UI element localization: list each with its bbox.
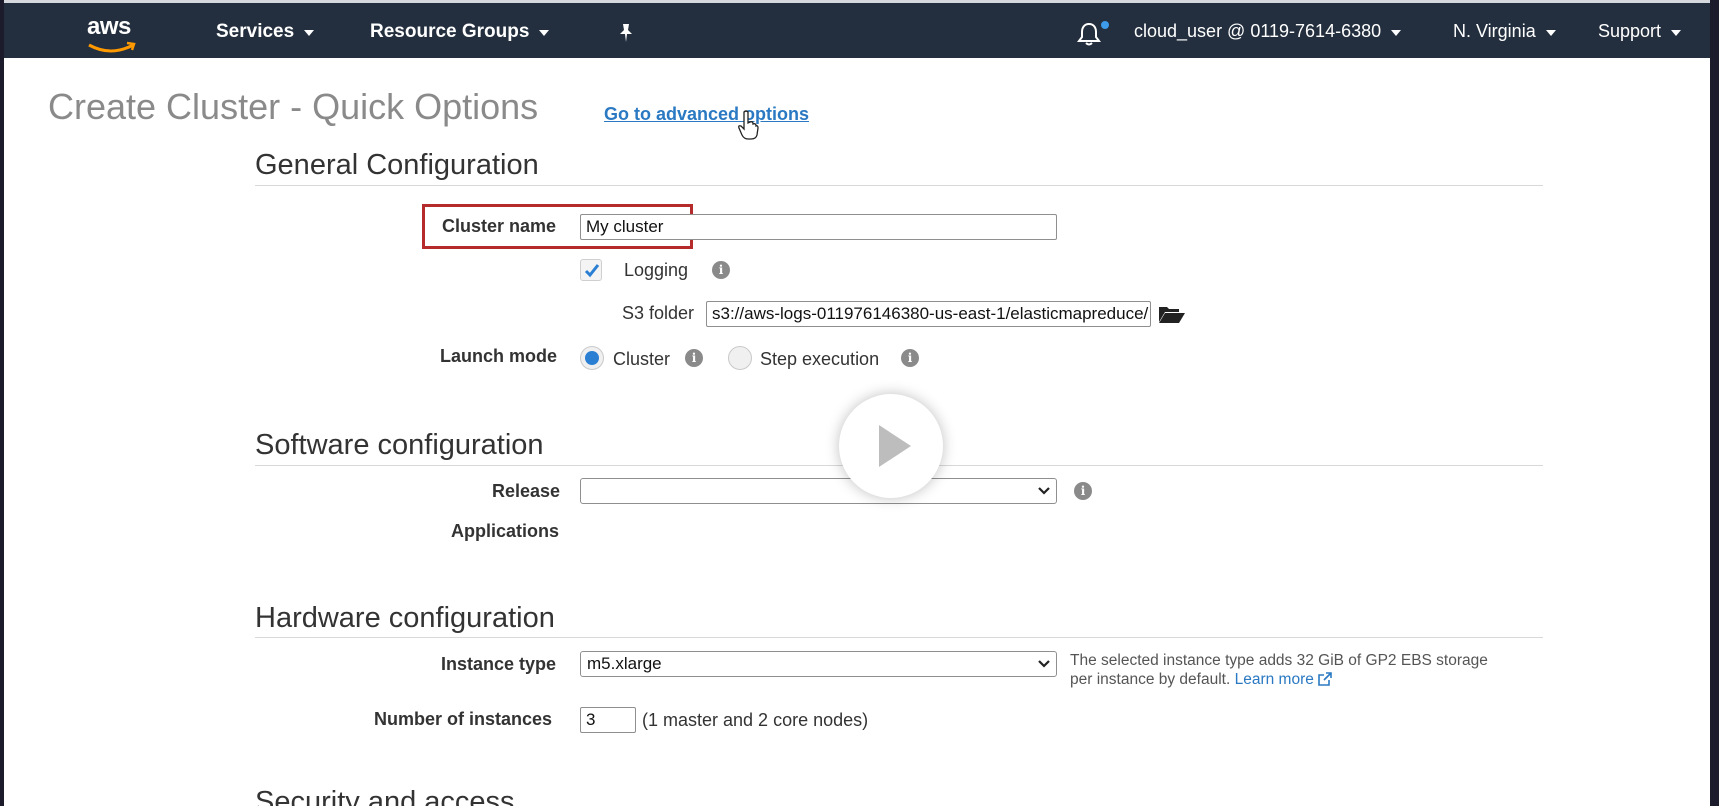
resource-groups-menu[interactable]: Resource Groups: [370, 21, 550, 43]
notification-dot: [1101, 21, 1109, 29]
video-play-button[interactable]: [839, 394, 943, 498]
hand-cursor-icon: [738, 110, 759, 140]
region-label: N. Virginia: [1453, 21, 1536, 41]
chevron-down-icon: [1545, 29, 1556, 36]
chevron-down-icon: [1671, 29, 1682, 36]
pin-icon[interactable]: [615, 22, 637, 44]
bell-icon[interactable]: [1076, 21, 1102, 47]
chevron-down-icon: [539, 30, 550, 36]
step-execution-info-icon[interactable]: i: [901, 349, 919, 367]
release-select[interactable]: [580, 478, 1057, 504]
chevron-down-icon: [1038, 487, 1050, 495]
chevron-down-icon: [1038, 660, 1050, 668]
section-divider: [255, 185, 1543, 186]
instance-type-help: The selected instance type adds 32 GiB o…: [1070, 651, 1490, 689]
instance-type-value: m5.xlarge: [587, 654, 662, 673]
cluster-info-icon[interactable]: i: [685, 349, 703, 367]
launch-mode-cluster-radio[interactable]: [580, 346, 604, 370]
launch-mode-label: Launch mode: [440, 346, 558, 366]
launch-mode-cluster-label: Cluster: [613, 349, 671, 369]
top-navigation-bar: aws Services Resource Groups cloud_user …: [4, 0, 1710, 58]
release-info-icon[interactable]: i: [1074, 482, 1092, 500]
launch-mode-step-radio[interactable]: [728, 346, 752, 370]
section-divider: [255, 637, 1543, 638]
support-menu[interactable]: Support: [1598, 21, 1682, 42]
advanced-options-link[interactable]: Go to advanced options: [604, 104, 809, 125]
general-configuration-heading: General Configuration: [255, 149, 539, 181]
release-label: Release: [492, 481, 561, 501]
account-menu[interactable]: cloud_user @ 0119-7614-6380: [1134, 21, 1402, 42]
cluster-name-input[interactable]: My cluster: [580, 214, 1057, 240]
logging-checkbox[interactable]: [580, 259, 602, 281]
number-of-instances-input[interactable]: 3: [580, 707, 636, 733]
security-and-access-heading: Security and access: [255, 786, 515, 806]
region-menu[interactable]: N. Virginia: [1453, 21, 1556, 42]
logging-label: Logging: [624, 260, 689, 280]
instance-type-select[interactable]: m5.xlarge: [580, 651, 1057, 677]
instance-type-label: Instance type: [441, 654, 557, 674]
learn-more-link[interactable]: Learn more: [1235, 671, 1314, 688]
aws-smile-icon: [88, 41, 136, 53]
account-label: cloud_user @ 0119-7614-6380: [1134, 21, 1382, 41]
cluster-name-label: Cluster name: [442, 216, 557, 236]
launch-mode-step-label: Step execution: [760, 349, 880, 369]
services-label: Services: [216, 21, 295, 42]
services-menu[interactable]: Services: [216, 21, 315, 43]
s3-folder-label: S3 folder: [622, 303, 695, 323]
support-label: Support: [1598, 21, 1662, 41]
browser-viewport: aws Services Resource Groups cloud_user …: [4, 0, 1710, 806]
checkmark-icon: [584, 264, 600, 278]
number-of-instances-note: (1 master and 2 core nodes): [642, 710, 869, 730]
chevron-down-icon: [304, 30, 315, 36]
aws-logo[interactable]: aws: [83, 11, 141, 55]
logging-info-icon[interactable]: i: [712, 261, 730, 279]
page-title: Create Cluster - Quick Options: [48, 86, 539, 127]
hardware-configuration-heading: Hardware configuration: [255, 602, 555, 634]
s3-folder-input[interactable]: s3://aws-logs-011976146380-us-east-1/ela…: [706, 301, 1151, 327]
play-icon: [879, 425, 911, 467]
external-link-icon[interactable]: [1318, 672, 1332, 686]
folder-open-icon[interactable]: [1158, 304, 1186, 324]
software-configuration-heading: Software configuration: [255, 429, 544, 461]
resource-groups-label: Resource Groups: [370, 21, 530, 42]
chevron-down-icon: [1391, 29, 1402, 36]
number-of-instances-label: Number of instances: [374, 709, 553, 729]
applications-label: Applications: [451, 521, 560, 541]
